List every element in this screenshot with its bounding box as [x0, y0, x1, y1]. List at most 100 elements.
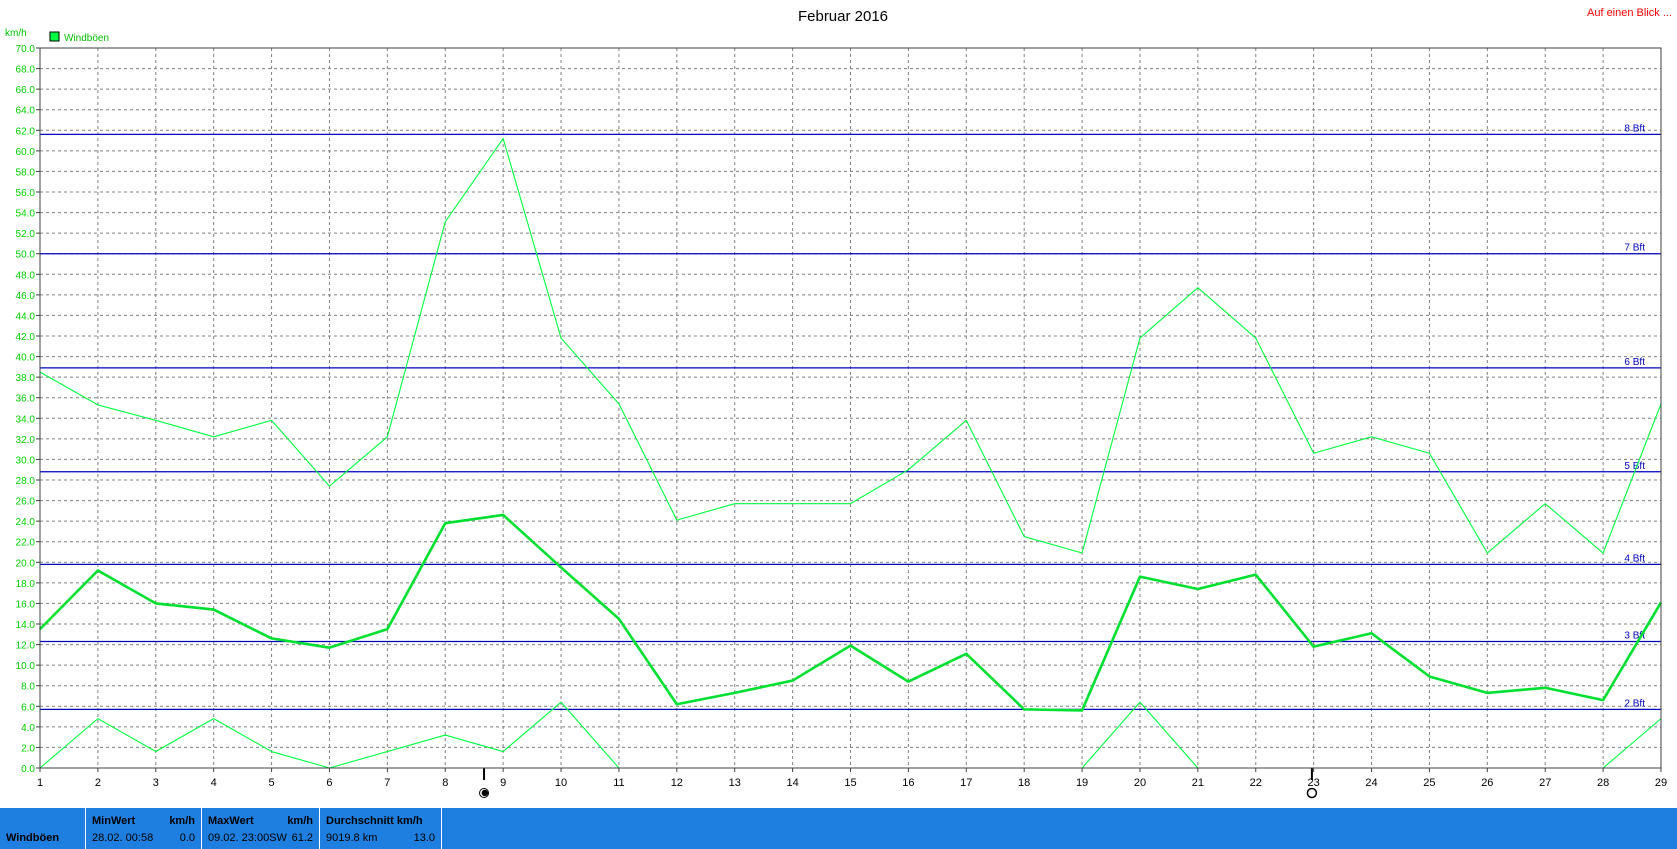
- x-tick-label: 25: [1423, 777, 1435, 789]
- statistics-bar: Windböen MinWert km/h 28.02. 00:58 0.0 Max…: [0, 808, 1677, 849]
- average-value-cell: Durchschnitt km/h 9019.8 km 13.0: [320, 808, 442, 849]
- x-tick-label: 14: [786, 777, 798, 789]
- y-tick-label: 54.0: [16, 209, 36, 220]
- max-value: 61.2: [291, 832, 313, 844]
- y-tick-label: 12.0: [16, 641, 36, 652]
- y-tick-label: 60.0: [16, 147, 36, 158]
- y-tick-label: 10.0: [16, 661, 36, 672]
- avg-header: Durchschnitt km/h: [326, 815, 423, 827]
- y-tick-label: 48.0: [16, 270, 36, 281]
- beaufort-label: 7 Bft: [1624, 243, 1645, 254]
- beaufort-label: 4 Bft: [1624, 553, 1645, 564]
- x-tick-label: 3: [153, 777, 159, 789]
- x-tick-label: 18: [1018, 777, 1030, 789]
- y-tick-label: 56.0: [16, 188, 36, 199]
- y-tick-label: 44.0: [16, 311, 36, 322]
- x-tick-label: 23: [1308, 777, 1320, 789]
- avg-distance: 9019.8 km: [326, 832, 378, 844]
- chart-title: Februar 2016: [798, 8, 888, 25]
- beaufort-label: 6 Bft: [1624, 357, 1645, 368]
- y-tick-label: 50.0: [16, 250, 36, 261]
- x-tick-label: 20: [1134, 777, 1146, 789]
- y-tick-label: 28.0: [16, 476, 36, 487]
- min-value: 0.0: [179, 832, 195, 844]
- wind-gust-chart: Februar 2016 Auf einen Blick ... km/h Wi…: [5, 7, 1672, 799]
- min-header: MinWert: [92, 815, 136, 827]
- x-tick-label: 8: [442, 777, 448, 789]
- x-tick-label: 13: [729, 777, 741, 789]
- y-tick-label: 70.0: [16, 44, 36, 55]
- y-tick-label: 16.0: [16, 599, 36, 610]
- min-value-cell: MinWert km/h 28.02. 00:58 0.0: [86, 808, 202, 849]
- x-tick-label: 26: [1481, 777, 1493, 789]
- y-tick-label: 2.0: [21, 743, 35, 754]
- stats-row-label: Windböen: [6, 832, 60, 844]
- x-tick-label: 7: [384, 777, 390, 789]
- x-tick-label: 24: [1365, 777, 1377, 789]
- y-tick-label: 0.0: [21, 764, 35, 775]
- y-tick-label: 38.0: [16, 373, 36, 384]
- grid: [40, 48, 1661, 768]
- y-tick-label: 34.0: [16, 414, 36, 425]
- y-tick-label: 52.0: [16, 229, 36, 240]
- x-tick-label: 15: [844, 777, 856, 789]
- y-tick-label: 26.0: [16, 497, 36, 508]
- y-axis: 0.0 2.0 4.0 6.0 8.0 10.0 12.0 14.0 16.0 18.0 20.0 2…: [16, 44, 40, 775]
- y-tick-label: 8.0: [21, 682, 35, 693]
- x-tick-label: 12: [671, 777, 683, 789]
- max-time: 23:00SW: [241, 832, 287, 844]
- beaufort-label: 8 Bft: [1624, 123, 1645, 134]
- y-tick-label: 14.0: [16, 620, 36, 631]
- x-tick-label: 5: [269, 777, 275, 789]
- x-tick-label: 1: [37, 777, 43, 789]
- avg-value: 13.0: [413, 832, 435, 844]
- x-tick-label: 6: [326, 777, 332, 789]
- legend-swatch: [49, 31, 60, 42]
- x-tick-label: 16: [902, 777, 914, 789]
- y-tick-label: 68.0: [16, 65, 36, 76]
- y-tick-label: 66.0: [16, 85, 36, 96]
- min-unit: km/h: [169, 815, 195, 827]
- y-tick-label: 40.0: [16, 353, 36, 364]
- x-tick-label: 28: [1597, 777, 1609, 789]
- y-axis-unit: km/h: [5, 28, 27, 39]
- y-tick-label: 42.0: [16, 332, 36, 343]
- legend-label: Windböen: [64, 33, 109, 44]
- x-tick-label: 29: [1655, 777, 1667, 789]
- x-tick-label: 11: [613, 777, 624, 789]
- x-axis: 1 2 3 4 5 6 7 8 9 10 11 12 13 14 15 16 17 18 19 20 21 22 23 24 2…: [37, 768, 1667, 799]
- max-value-cell: MaxWert km/h 09.02. 23:00SW 61.2: [202, 808, 320, 849]
- stats-row-label-cell: Windböen: [0, 808, 86, 849]
- x-tick-label: 9: [500, 777, 506, 789]
- beaufort-label: 2 Bft: [1624, 698, 1645, 709]
- y-tick-label: 58.0: [16, 167, 36, 178]
- y-tick-label: 46.0: [16, 291, 36, 302]
- max-header: MaxWert: [208, 815, 254, 827]
- x-tick-label: 10: [555, 777, 567, 789]
- max-unit: km/h: [287, 815, 313, 827]
- y-tick-label: 64.0: [16, 106, 36, 117]
- y-tick-label: 22.0: [16, 538, 36, 549]
- new-moon-icon-core: [481, 789, 489, 797]
- y-tick-label: 62.0: [16, 126, 36, 137]
- y-tick-label: 24.0: [16, 517, 36, 528]
- min-gust-line: [1602, 718, 1662, 769]
- overview-link[interactable]: Auf einen Blick ...: [1587, 7, 1672, 19]
- full-moon-icon: [1306, 787, 1318, 799]
- x-tick-label: 2: [95, 777, 101, 789]
- y-tick-label: 18.0: [16, 579, 36, 590]
- y-tick-label: 4.0: [21, 723, 35, 734]
- y-tick-label: 30.0: [16, 455, 36, 466]
- y-tick-label: 20.0: [16, 558, 36, 569]
- min-date: 28.02.: [92, 832, 123, 844]
- y-tick-label: 6.0: [21, 702, 35, 713]
- min-time: 00:58: [125, 832, 154, 844]
- x-tick-label: 4: [211, 777, 217, 789]
- y-tick-label: 36.0: [16, 394, 36, 405]
- x-tick-label: 19: [1076, 777, 1088, 789]
- x-tick-label: 21: [1192, 777, 1204, 789]
- x-tick-label: 27: [1539, 777, 1551, 789]
- y-tick-label: 32.0: [16, 435, 36, 446]
- x-tick-label: 17: [960, 777, 972, 789]
- x-tick-label: 22: [1250, 777, 1262, 789]
